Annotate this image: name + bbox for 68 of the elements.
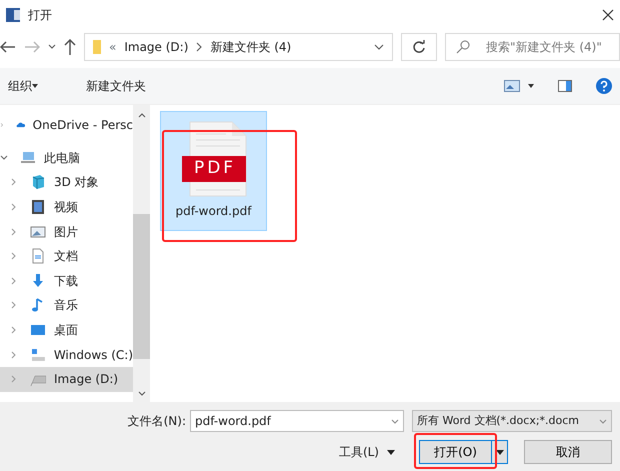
- dropdown-icon: [391, 418, 399, 424]
- address-bar[interactable]: « Image (D:) 新建文件夹 (4): [84, 33, 393, 61]
- collapsed-chevron-icon: [10, 276, 18, 285]
- window-title: 打开: [28, 7, 53, 24]
- picture-icon: [30, 224, 46, 240]
- scroll-down-icon[interactable]: [138, 391, 146, 396]
- sidebar-item[interactable]: 下载: [0, 268, 133, 294]
- breadcrumb-chevron-icon: [196, 42, 202, 52]
- back-arrow-icon[interactable]: [0, 41, 16, 53]
- sidebar-item[interactable]: Windows (C:): [0, 342, 133, 367]
- sidebar-item[interactable]: 视频: [0, 194, 133, 220]
- dropdown-icon[interactable]: [374, 44, 384, 50]
- drive-icon: [30, 346, 46, 363]
- breadcrumb-item[interactable]: Image (D:): [124, 38, 188, 56]
- sidebar-item[interactable]: 文档: [0, 244, 133, 269]
- file-type-dropdown[interactable]: 所有 Word 文档(*.docx;*.docm: [412, 410, 612, 432]
- scrollbar[interactable]: [133, 105, 150, 402]
- refresh-icon: [412, 40, 426, 54]
- cube-icon: [30, 174, 46, 190]
- caret-icon[interactable]: [387, 450, 395, 454]
- computer-icon: [20, 150, 36, 166]
- sidebar-item[interactable]: 桌面: [0, 318, 133, 342]
- tools-menu[interactable]: 工具(L): [338, 443, 379, 461]
- sidebar-item[interactable]: 音乐: [0, 293, 133, 318]
- close-icon[interactable]: [602, 9, 614, 21]
- view-mode-icon[interactable]: [504, 80, 520, 92]
- download-arrow-icon: [30, 272, 46, 289]
- collapsed-chevron-icon: [0, 121, 4, 130]
- collapsed-chevron-icon: [10, 375, 18, 384]
- filename-label: 文件名(N):: [128, 413, 186, 430]
- scrollbar-thumb[interactable]: [133, 214, 150, 359]
- preview-pane-icon[interactable]: [558, 80, 572, 92]
- recent-dropdown-icon[interactable]: [48, 44, 56, 50]
- new-folder-button[interactable]: 新建文件夹: [86, 77, 146, 95]
- collapsed-chevron-icon: [10, 301, 18, 310]
- document-icon: [30, 248, 46, 264]
- dropdown-icon: [599, 418, 607, 424]
- sidebar-item[interactable]: 图片: [0, 219, 133, 244]
- collapsed-chevron-icon: [10, 178, 18, 186]
- caret-icon[interactable]: [32, 84, 38, 88]
- expanded-chevron-icon: [0, 154, 8, 162]
- collapsed-chevron-icon: [10, 252, 18, 260]
- pdf-label: PDF: [192, 160, 236, 177]
- collapsed-chevron-icon: [10, 326, 18, 334]
- folder-icon: [93, 40, 101, 54]
- word-app-icon: [6, 8, 20, 22]
- collapsed-chevron-icon: [10, 203, 18, 212]
- file-item[interactable]: PDF pdf-word.pdf: [160, 111, 267, 231]
- search-field[interactable]: 搜索"新建文件夹 (4)": [445, 33, 620, 61]
- up-arrow-icon[interactable]: [64, 39, 76, 55]
- open-button[interactable]: 打开(O): [419, 440, 492, 464]
- scroll-up-icon[interactable]: [138, 113, 146, 118]
- sidebar-item[interactable]: 此电脑: [0, 146, 133, 170]
- collapsed-chevron-icon: [10, 350, 18, 359]
- overflow-chevron[interactable]: «: [109, 38, 116, 56]
- help-icon[interactable]: [596, 78, 612, 94]
- organize-menu[interactable]: 组织: [8, 77, 32, 95]
- film-icon: [30, 199, 46, 216]
- collapsed-chevron-icon: [10, 228, 18, 236]
- sidebar-item[interactable]: 3D 对象: [0, 170, 133, 195]
- caret-icon[interactable]: [528, 84, 534, 88]
- filename-field[interactable]: pdf-word.pdf: [190, 410, 404, 432]
- sidebar-item[interactable]: Image (D:): [0, 366, 133, 392]
- search-icon: [456, 40, 470, 54]
- caret-icon: [496, 450, 504, 454]
- cancel-button[interactable]: 取消: [524, 440, 612, 464]
- breadcrumb-item[interactable]: 新建文件夹 (4): [210, 38, 292, 56]
- sidebar-item[interactable]: OneDrive - Persc: [0, 113, 133, 138]
